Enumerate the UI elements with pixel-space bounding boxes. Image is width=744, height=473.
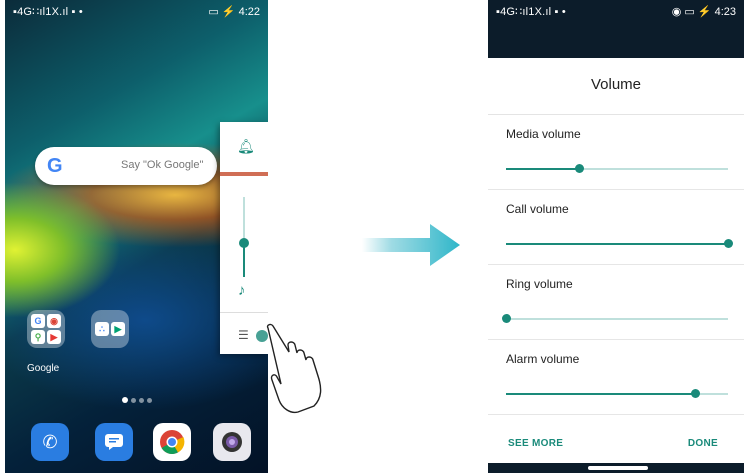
status-bar: ▪4G∷ıl1X.ıl ▪ • ▭ ⚡ 4:22 [5,0,268,22]
panel-divider [220,172,268,176]
google-app-icon: G [31,314,45,328]
chrome-mini-icon: ◉ [47,314,61,328]
media-volume-row: Media volume [488,115,744,190]
page-dot [147,398,152,403]
apps-folder[interactable]: ∴ ▶ [91,310,129,348]
page-dot [139,398,144,403]
google-logo-icon: G [47,155,63,177]
volume-slider[interactable] [506,239,733,248]
status-left: ▪4G∷ıl1X.ıl ▪ • [496,6,566,18]
folder-label: Google [27,363,60,374]
volume-panel: 🔔︎ ♪ ☰ [220,122,268,354]
page-dot [131,398,136,403]
volume-label: Call volume [506,202,569,216]
slider-fill [506,243,728,245]
divider [488,414,744,415]
right-arrow-icon [362,224,460,266]
assistant-mini-icon: ∴ [95,322,109,336]
pointing-hand-icon [266,323,322,414]
chrome-icon[interactable] [153,423,191,461]
sliders-settings-icon[interactable]: ☰ [238,328,249,342]
slider-thumb[interactable] [724,239,733,248]
dialog-title: Volume [590,76,642,93]
messages-icon[interactable] [95,423,133,461]
right-phone-screen: ▪4G∷ıl1X.ıl ▪ • ◉ ▭ ⚡ 4:23 Volume Media … [488,0,744,473]
search-placeholder: Say "Ok Google" [121,159,204,171]
ring-volume-row: Ring volume [488,265,744,340]
phone-icon[interactable]: ✆ [31,423,69,461]
volume-slider[interactable] [506,164,728,173]
youtube-mini-icon: ▶ [47,330,61,344]
slider-fill [506,168,580,170]
volume-dialog: Volume Media volume Call volume Ring vol… [488,58,744,463]
dialog-actions: SEE MORE DONE [488,423,744,463]
panel-divider [220,312,268,313]
slider-thumb[interactable] [502,314,511,323]
call-volume-row: Call volume [488,190,744,265]
alarm-volume-row: Alarm volume [488,340,744,415]
status-left: ▪4G∷ıl1X.ıl ▪ • [13,6,83,18]
volume-label: Alarm volume [506,352,580,366]
home-pill[interactable] [588,466,648,470]
status-bar: ▪4G∷ıl1X.ıl ▪ • ◉ ▭ ⚡ 4:23 [488,0,744,22]
bell-icon[interactable]: 🔔︎ [237,138,255,155]
google-folder[interactable]: G ◉ ⚲ ▶ [27,310,65,348]
status-right: ◉ ▭ ⚡ 4:23 [671,6,736,18]
volume-slider[interactable] [502,314,728,323]
slider-thumb[interactable] [575,164,585,173]
done-button[interactable]: DONE [688,438,718,449]
play-store-mini-icon: ▶ [111,322,125,336]
google-search-bar[interactable]: G Say "Ok Google" [35,147,217,185]
volume-slider-thumb[interactable] [239,238,249,248]
volume-slider[interactable] [506,389,728,398]
nav-bar [488,463,744,473]
page-indicator [122,390,155,408]
volume-label: Media volume [506,127,581,141]
left-phone-screen: ▪4G∷ıl1X.ıl ▪ • ▭ ⚡ 4:22 G Say "Ok Googl… [5,0,268,473]
volume-label: Ring volume [506,277,573,291]
music-note-icon: ♪ [238,282,246,299]
camera-icon[interactable] [213,423,251,461]
maps-mini-icon: ⚲ [31,330,45,344]
see-more-button[interactable]: SEE MORE [508,438,563,449]
page-dot [122,397,128,403]
status-right: ▭ ⚡ 4:22 [208,6,260,18]
slider-thumb[interactable] [690,389,700,398]
slider-fill [506,393,695,395]
